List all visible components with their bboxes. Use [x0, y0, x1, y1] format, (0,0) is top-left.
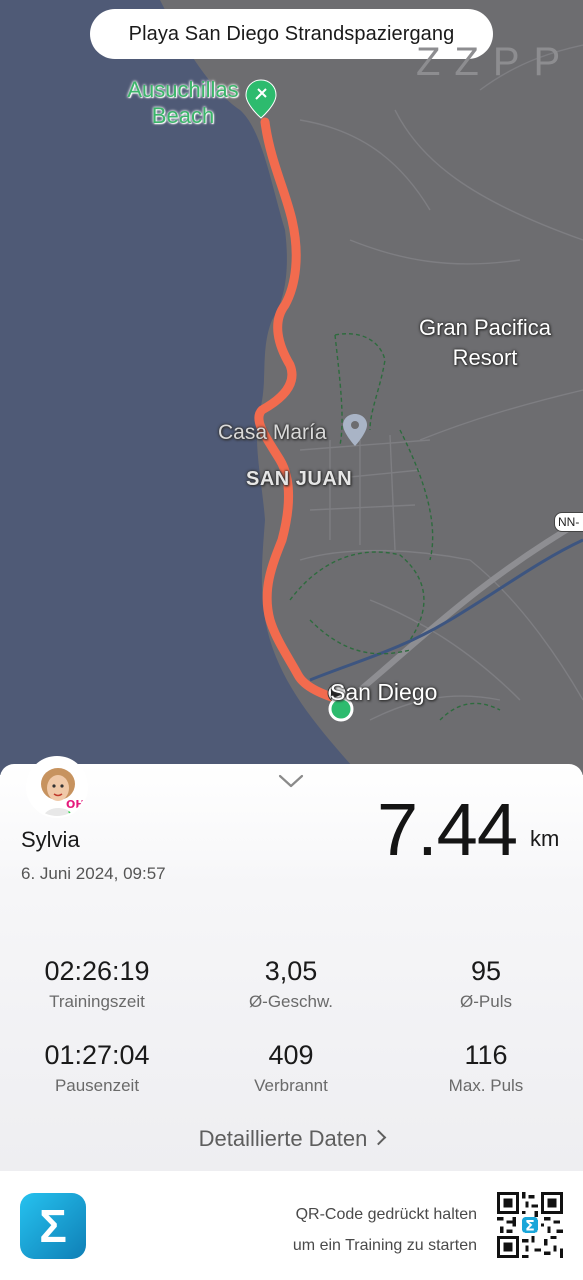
beach-pin-icon	[245, 79, 277, 119]
detailed-data-label: Detaillierte Daten	[198, 1126, 368, 1151]
avatar[interactable]: OH YE	[26, 756, 88, 818]
stat-label: Ø-Geschw.	[248, 992, 334, 1011]
stat-value: 3,05	[264, 956, 318, 986]
location-pin-icon	[343, 414, 367, 446]
stat-avg-speed: 3,05 Ø-Geschw.	[194, 954, 388, 1012]
stat-pause-time: 01:27:04 Pausenzeit	[0, 1038, 194, 1096]
stat-training-time: 02:26:19 Trainingszeit	[0, 954, 194, 1012]
distance-value: 7.44	[376, 788, 518, 871]
svg-text:OH: OH	[66, 798, 85, 811]
qr-text-line1: QR-Code gedrückt halten	[295, 1206, 477, 1223]
stat-max-heart-rate: 116 Max. Puls	[389, 1038, 583, 1096]
stat-value: 02:26:19	[44, 956, 150, 986]
zepp-sigma-icon: Σ	[20, 1193, 86, 1259]
qr-code-icon[interactable]: Σ	[497, 1192, 563, 1258]
stat-label: Verbrannt	[254, 1076, 328, 1095]
detailed-data-link[interactable]: Detaillierte Daten	[0, 1126, 583, 1152]
stat-avg-heart-rate: 95 Ø-Puls	[389, 954, 583, 1012]
map-label-san-juan: SAN JUAN	[246, 468, 353, 490]
route-map[interactable]: Playa San Diego Strandspaziergang ZZPP A…	[0, 0, 583, 775]
stat-value: 95	[470, 956, 502, 986]
stat-calories: 409 Verbrannt	[194, 1038, 388, 1096]
activity-summary-sheet: OH YE Sylvia 6. Juni 2024, 09:57 7.44 km…	[0, 756, 583, 1171]
stat-label: Max. Puls	[448, 1076, 524, 1095]
svg-text:YE: YE	[67, 811, 81, 818]
activity-date: 6. Juni 2024, 09:57	[21, 864, 166, 883]
chevron-down-icon[interactable]	[277, 772, 305, 790]
distance-unit: km	[530, 826, 560, 851]
qr-text-line2: um ein Training zu starten	[292, 1237, 477, 1254]
map-label-casa: Casa María	[218, 421, 327, 444]
stat-value: 01:27:04	[44, 1040, 150, 1070]
svg-text:Σ: Σ	[525, 1218, 535, 1234]
watermark-logo: ZZPP	[416, 40, 575, 84]
user-name: Sylvia	[21, 827, 80, 852]
stat-value: 116	[464, 1040, 508, 1070]
map-label-resort: Gran Pacifica Resort	[418, 315, 552, 370]
stat-label: Trainingszeit	[49, 992, 145, 1011]
map-label-beach: Ausuchillas Beach	[127, 77, 239, 128]
chevron-right-icon	[371, 1129, 387, 1146]
stat-value: 409	[268, 1040, 314, 1070]
share-footer: Σ QR-Code gedrückt halten um ein Trainin…	[0, 1171, 583, 1280]
stat-label: Pausenzeit	[54, 1076, 140, 1095]
stat-label: Ø-Puls	[460, 992, 512, 1011]
map-label-san-diego: San Diego	[330, 679, 438, 705]
map-graphic	[0, 0, 583, 775]
road-label: NN-	[554, 512, 583, 532]
qr-instructions: QR-Code gedrückt halten um ein Training …	[293, 1199, 477, 1261]
